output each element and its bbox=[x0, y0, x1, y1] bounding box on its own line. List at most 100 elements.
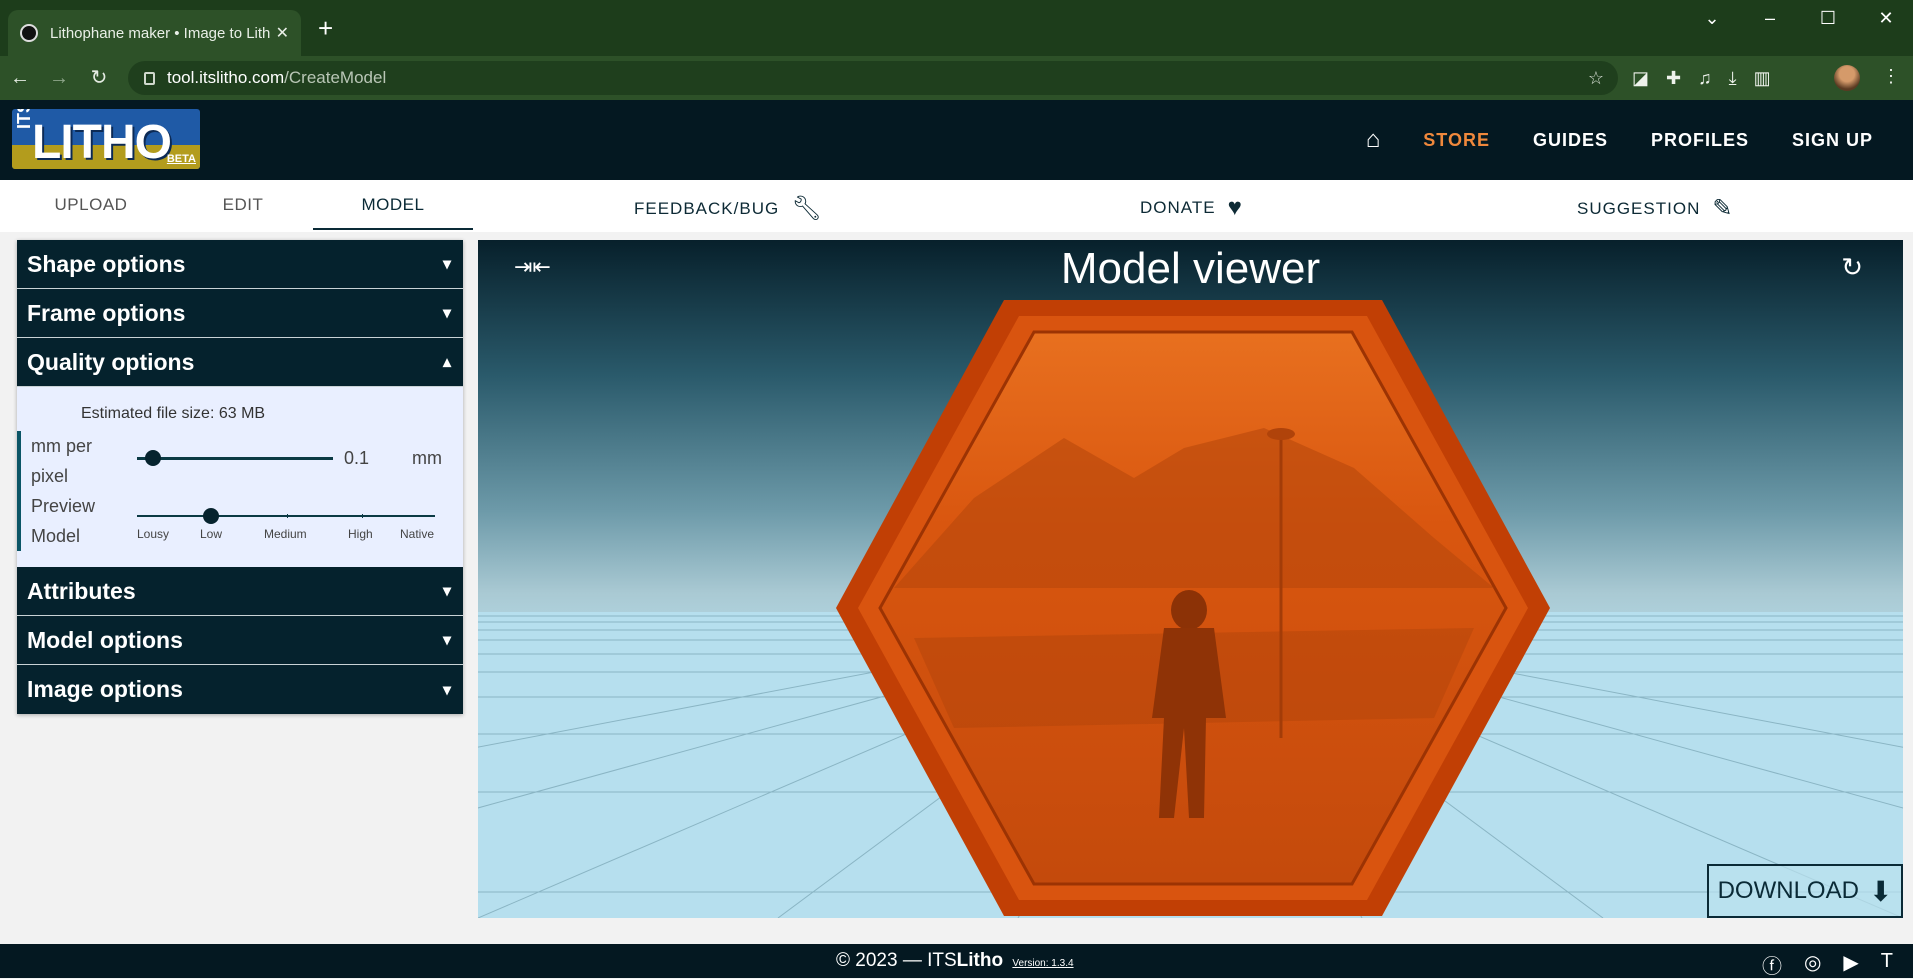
estimated-file-size: Estimated file size: 63 MB bbox=[81, 405, 266, 422]
download-button[interactable]: DOWNLOAD ⬇ bbox=[1707, 864, 1903, 918]
tab-edit[interactable]: EDIT bbox=[163, 180, 323, 230]
nav-sign-up[interactable]: SIGN UP bbox=[1792, 130, 1873, 151]
shape-options-header[interactable]: Shape options ▾ bbox=[17, 240, 463, 289]
close-window-button[interactable]: ✕ bbox=[1866, 8, 1906, 29]
section-title: Quality options bbox=[27, 348, 195, 375]
minimize-button[interactable]: – bbox=[1750, 8, 1790, 29]
suggestion-icon: ✎ bbox=[1712, 195, 1734, 222]
tab-title: Lithophane maker • Image to Lith bbox=[50, 24, 270, 42]
copyright-text: © 2023 — ITSLitho Version: 1.3.4 bbox=[836, 950, 1074, 972]
top-nav: ⌂ STORE GUIDES PROFILES SIGN UP bbox=[1366, 100, 1873, 180]
preview-model-label: Preview Model bbox=[17, 491, 117, 551]
preview-level-native: Native bbox=[400, 527, 435, 541]
donate-label: DONATE bbox=[1140, 198, 1216, 217]
new-tab-button[interactable]: + bbox=[318, 15, 333, 41]
feedback-link[interactable]: FEEDBACK/BUG 🔧︎ bbox=[634, 194, 823, 223]
suggestion-link[interactable]: SUGGESTION ✎ bbox=[1577, 194, 1733, 223]
youtube-icon[interactable]: ▶ bbox=[1843, 950, 1858, 979]
section-title: Image options bbox=[27, 676, 183, 702]
url-host: tool.itslitho.com bbox=[167, 68, 285, 87]
site-favicon-icon bbox=[20, 24, 38, 42]
lock-icon bbox=[144, 71, 155, 85]
model-options-header[interactable]: Model options ▾ bbox=[17, 616, 463, 665]
browser-menu-icon[interactable]: ⋮ bbox=[1882, 66, 1900, 87]
wrench-icon: 🔧︎ bbox=[791, 195, 823, 222]
tab-model[interactable]: MODEL bbox=[313, 180, 473, 230]
download-label: DOWNLOAD bbox=[1717, 877, 1859, 904]
facebook-icon[interactable]: ⓕ bbox=[1762, 950, 1782, 979]
maximize-button[interactable]: ☐ bbox=[1808, 8, 1848, 29]
mm-per-pixel-value: 0.1 bbox=[344, 448, 370, 468]
nav-profiles[interactable]: PROFILES bbox=[1651, 130, 1749, 151]
tab-upload[interactable]: UPLOAD bbox=[11, 180, 171, 230]
download-tray-icon[interactable]: ⤓ bbox=[1729, 68, 1737, 89]
refresh-icon[interactable]: ↻ bbox=[1841, 252, 1863, 283]
section-title: Frame options bbox=[27, 299, 186, 326]
instagram-icon[interactable]: ◎ bbox=[1804, 950, 1821, 979]
chevron-up-icon: ▴ bbox=[442, 354, 451, 371]
browser-tab[interactable]: Lithophane maker • Image to Lith ✕ bbox=[8, 10, 301, 56]
logo-beta: BETA bbox=[166, 153, 196, 165]
url-path: /CreateModel bbox=[284, 68, 387, 87]
back-icon[interactable]: ← bbox=[5, 66, 35, 90]
workflow-tabs: UPLOAD EDIT MODEL FEEDBACK/BUG 🔧︎ DONATE… bbox=[0, 180, 1913, 232]
section-title: Shape options bbox=[27, 250, 186, 277]
chevron-down-icon: ▾ bbox=[442, 632, 451, 649]
preview-level-low: Low bbox=[200, 527, 223, 541]
media-icon[interactable]: ♫ bbox=[1698, 68, 1712, 89]
quality-options-body: Estimated file size: 63 MB mm per pixel … bbox=[17, 387, 463, 567]
feedback-label: FEEDBACK/BUG bbox=[634, 198, 780, 218]
mm-per-pixel-track[interactable] bbox=[137, 457, 333, 460]
home-icon[interactable]: ⌂ bbox=[1366, 126, 1381, 154]
profile-avatar[interactable] bbox=[1834, 65, 1860, 91]
suggestion-label: SUGGESTION bbox=[1577, 198, 1701, 218]
chevron-down-icon: ▾ bbox=[442, 583, 451, 600]
extension-icon[interactable]: ◪ bbox=[1632, 68, 1649, 89]
forward-icon[interactable]: → bbox=[44, 66, 74, 90]
site-footer: © 2023 — ITSLitho Version: 1.3.4 ⓕ ◎ ▶ T bbox=[0, 944, 1913, 978]
section-title: Attributes bbox=[27, 577, 136, 604]
tab-search-icon[interactable]: ⌄ bbox=[1692, 8, 1732, 29]
reload-icon[interactable]: ↻ bbox=[84, 66, 114, 90]
mm-unit: mm bbox=[412, 448, 442, 468]
preview-level-medium: Medium bbox=[264, 527, 307, 541]
itslitho-logo[interactable]: ITS LITHO BETA bbox=[12, 109, 200, 169]
image-options-header[interactable]: Image options ▾ bbox=[17, 665, 463, 714]
chevron-down-icon: ▾ bbox=[442, 305, 451, 322]
tab-close-icon[interactable]: ✕ bbox=[276, 23, 289, 43]
collapse-icon[interactable]: ⇥⇤ bbox=[514, 254, 551, 280]
slider-tick bbox=[362, 514, 363, 518]
bookmark-star-icon[interactable]: ☆ bbox=[1588, 68, 1604, 89]
copyright-brand: Litho bbox=[956, 950, 1004, 971]
model-viewer[interactable]: Model viewer ⇥⇤ ↻ DOWNLOAD ⬇ bbox=[478, 240, 1903, 918]
quality-options-header[interactable]: Quality options ▴ bbox=[17, 338, 463, 387]
frame-options-header[interactable]: Frame options ▾ bbox=[17, 289, 463, 338]
preview-model-track[interactable] bbox=[137, 515, 435, 517]
version-link[interactable]: Version: 1.3.4 bbox=[1012, 958, 1073, 969]
slider-tick bbox=[287, 514, 288, 518]
address-bar-row: ← → ↻ tool.itslitho.com/CreateModel ☆ ◪ … bbox=[0, 56, 1913, 100]
preview-model-thumb[interactable] bbox=[203, 508, 219, 524]
url-field[interactable]: tool.itslitho.com/CreateModel ☆ bbox=[128, 61, 1618, 95]
copyright-prefix: © 2023 — ITS bbox=[836, 950, 957, 971]
donate-link[interactable]: DONATE ♥ bbox=[1140, 194, 1243, 222]
social-links: ⓕ ◎ ▶ T bbox=[1762, 950, 1893, 979]
nav-store[interactable]: STORE bbox=[1423, 130, 1490, 151]
logo-litho: LITHO bbox=[32, 116, 172, 169]
side-panel-icon[interactable]: ▥ bbox=[1754, 68, 1771, 89]
chevron-down-icon: ▾ bbox=[442, 256, 451, 273]
mm-per-pixel-label: mm per pixel bbox=[17, 431, 117, 491]
site-header: ITS LITHO BETA ⌂ STORE GUIDES PROFILES S… bbox=[0, 100, 1913, 180]
download-icon: ⬇ bbox=[1868, 875, 1893, 907]
preview-level-high: High bbox=[348, 527, 373, 541]
attributes-header[interactable]: Attributes ▾ bbox=[17, 567, 463, 616]
browser-tab-bar: Lithophane maker • Image to Lith ✕ + ⌄ –… bbox=[0, 0, 1913, 56]
tiktok-icon[interactable]: T bbox=[1881, 950, 1893, 979]
lithophane-model bbox=[836, 300, 1550, 916]
nav-guides[interactable]: GUIDES bbox=[1533, 130, 1608, 151]
chevron-down-icon: ▾ bbox=[442, 681, 451, 699]
viewer-title: Model viewer bbox=[1060, 244, 1321, 293]
mm-per-pixel-thumb[interactable] bbox=[145, 450, 161, 466]
preview-level-lousy: Lousy bbox=[137, 527, 170, 541]
puzzle-icon[interactable]: ✚ bbox=[1666, 68, 1681, 89]
